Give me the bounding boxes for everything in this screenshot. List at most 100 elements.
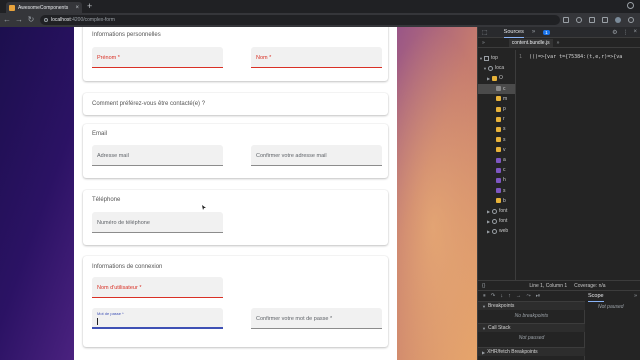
tree-item-label: s (503, 126, 506, 133)
section-title: Téléphone (92, 197, 121, 203)
field-label: Nom * (256, 55, 272, 61)
kebab-menu-icon[interactable]: ⋮ (622, 29, 628, 36)
tab-close-icon[interactable]: × (75, 5, 79, 11)
cloud-icon (492, 208, 497, 214)
tree-item-label: p (503, 106, 506, 112)
pause-icon[interactable]: ⏸ (483, 293, 486, 300)
section-label: XHR/fetch Breakpoints (487, 349, 538, 355)
field-label: Mot de passe * (97, 311, 124, 316)
translate-icon[interactable] (563, 17, 569, 23)
file-tab[interactable]: content.bundle.js (508, 38, 553, 47)
tree-item[interactable]: b (478, 196, 506, 206)
address-bar[interactable]: localhost:4200/complex-form (40, 15, 560, 25)
mouse-cursor-icon (202, 205, 206, 210)
issues-badge[interactable]: 1 (543, 29, 550, 35)
new-tab-button[interactable]: + (87, 1, 92, 12)
forward-button[interactable]: → (14, 13, 24, 27)
folder-icon (496, 126, 501, 132)
tree-item-label: font (499, 208, 508, 214)
pause-on-exceptions-icon[interactable]: ⏯ (536, 293, 540, 300)
callstack-status: Not paused (518, 335, 545, 341)
tree-item-label: h (503, 177, 506, 184)
inspect-icon[interactable]: ⬚ (482, 29, 488, 36)
last-name-field[interactable]: Nom * (251, 47, 382, 68)
tree-item[interactable]: s (478, 124, 506, 134)
tree-item[interactable]: m (478, 94, 507, 104)
expand-icon: ▼ (482, 325, 486, 331)
phone-field[interactable]: Numéro de téléphone (92, 212, 223, 233)
tree-item[interactable]: c (478, 83, 515, 94)
cloud-icon (492, 228, 497, 234)
tab-title: AwesomeComponents (18, 4, 69, 11)
file-icon (496, 157, 501, 163)
tree-item[interactable]: ▼ loca (478, 63, 504, 73)
file-icon (496, 177, 501, 183)
confirm-password-field[interactable]: Confirmer votre mot de passe * (251, 308, 382, 329)
first-name-field[interactable]: Prénom * (92, 47, 223, 68)
section-title: Informations personnelles (92, 32, 161, 38)
profile-avatar[interactable] (615, 17, 621, 23)
tree-item[interactable]: ▶ font (478, 216, 507, 226)
tree-item[interactable]: ▶ font (478, 206, 507, 216)
email-field[interactable]: Adresse mail (92, 145, 223, 166)
more-tabs-button[interactable]: » (532, 29, 535, 35)
tree-item-label: O (499, 75, 503, 82)
tree-item[interactable]: v (478, 145, 506, 155)
browser-tabstrip: AwesomeComponents × + (0, 0, 640, 13)
code-editor[interactable]: 1 (()=>{var t={75384:(t,e,r)=>{va (517, 50, 640, 280)
step-out-icon[interactable]: ↑ (508, 293, 511, 299)
code-line: (()=>{var t={75384:(t,e,r)=>{va (529, 54, 623, 60)
tree-item-label: a (503, 157, 506, 163)
tree-item[interactable]: p (478, 104, 506, 114)
callstack-section-header[interactable]: ▼ Call Stack (478, 323, 585, 332)
field-label: Prénom * (97, 55, 120, 61)
file-tabs-more-button[interactable]: » (557, 40, 560, 46)
username-field[interactable]: Nom d'utilisateur * (92, 277, 223, 298)
browser-tab[interactable]: AwesomeComponents × (6, 2, 82, 13)
tree-item-label: r (503, 116, 505, 123)
card-contact-preference[interactable]: Comment préférez-vous être contacté(e) ? (83, 93, 388, 115)
cloud-icon (492, 218, 497, 224)
close-devtools-icon[interactable]: × (633, 29, 637, 36)
tree-item[interactable]: ▶ O (478, 73, 503, 83)
card-email: Email Adresse mail Confirmer votre adres… (83, 124, 388, 178)
breakpoints-section-header[interactable]: ▼ Breakpoints (478, 301, 585, 310)
tree-item[interactable]: r (478, 114, 505, 124)
tree-item-label: m (503, 95, 508, 102)
menu-icon[interactable] (628, 17, 634, 23)
tree-item[interactable]: h (478, 175, 506, 185)
step-icon[interactable]: → (516, 293, 522, 299)
field-label: Confirmer votre adresse mail (256, 153, 327, 159)
tab-sources[interactable]: Sources (503, 27, 524, 38)
tree-item[interactable]: ▼ top (478, 53, 498, 63)
section-title: Informations de connexion (92, 264, 163, 270)
extension-icon[interactable] (589, 17, 595, 23)
section-label: Breakpoints (487, 303, 515, 309)
pretty-print-button[interactable]: {} (482, 283, 485, 289)
tree-item[interactable]: ▶ web (478, 226, 508, 236)
tree-item-label: s (503, 187, 506, 194)
frame-icon (484, 55, 489, 61)
tree-item[interactable]: c (478, 165, 506, 175)
navigator-more-button[interactable]: » (482, 40, 485, 46)
tab-search-icon[interactable] (627, 2, 634, 9)
tree-item[interactable]: a (478, 155, 506, 165)
deactivate-breakpoints-icon[interactable]: ⤳ (526, 293, 530, 300)
tree-item[interactable]: s (478, 135, 506, 145)
line-number: 1 (519, 54, 523, 60)
reload-button[interactable]: ↻ (26, 13, 36, 27)
tree-item[interactable]: s (478, 186, 506, 196)
password-field[interactable]: Mot de passe * (92, 308, 223, 329)
step-into-icon[interactable]: ↓ (500, 293, 503, 299)
confirm-email-field[interactable]: Confirmer votre adresse mail (251, 145, 382, 166)
site-info-icon[interactable] (44, 18, 48, 22)
puzzle-icon[interactable] (602, 17, 608, 23)
cursor-position: Line 1, Column 1 (529, 282, 568, 289)
back-button[interactable]: ← (2, 13, 12, 27)
text-caret (97, 318, 98, 325)
settings-gear-icon[interactable]: ⚙ (612, 29, 617, 36)
xhr-breakpoints-section-header[interactable]: ▶ XHR/fetch Breakpoints (478, 347, 585, 356)
url-host: localhost (51, 17, 71, 23)
bookmark-star-icon[interactable] (576, 17, 582, 23)
step-over-icon[interactable]: ↷ (491, 293, 496, 299)
